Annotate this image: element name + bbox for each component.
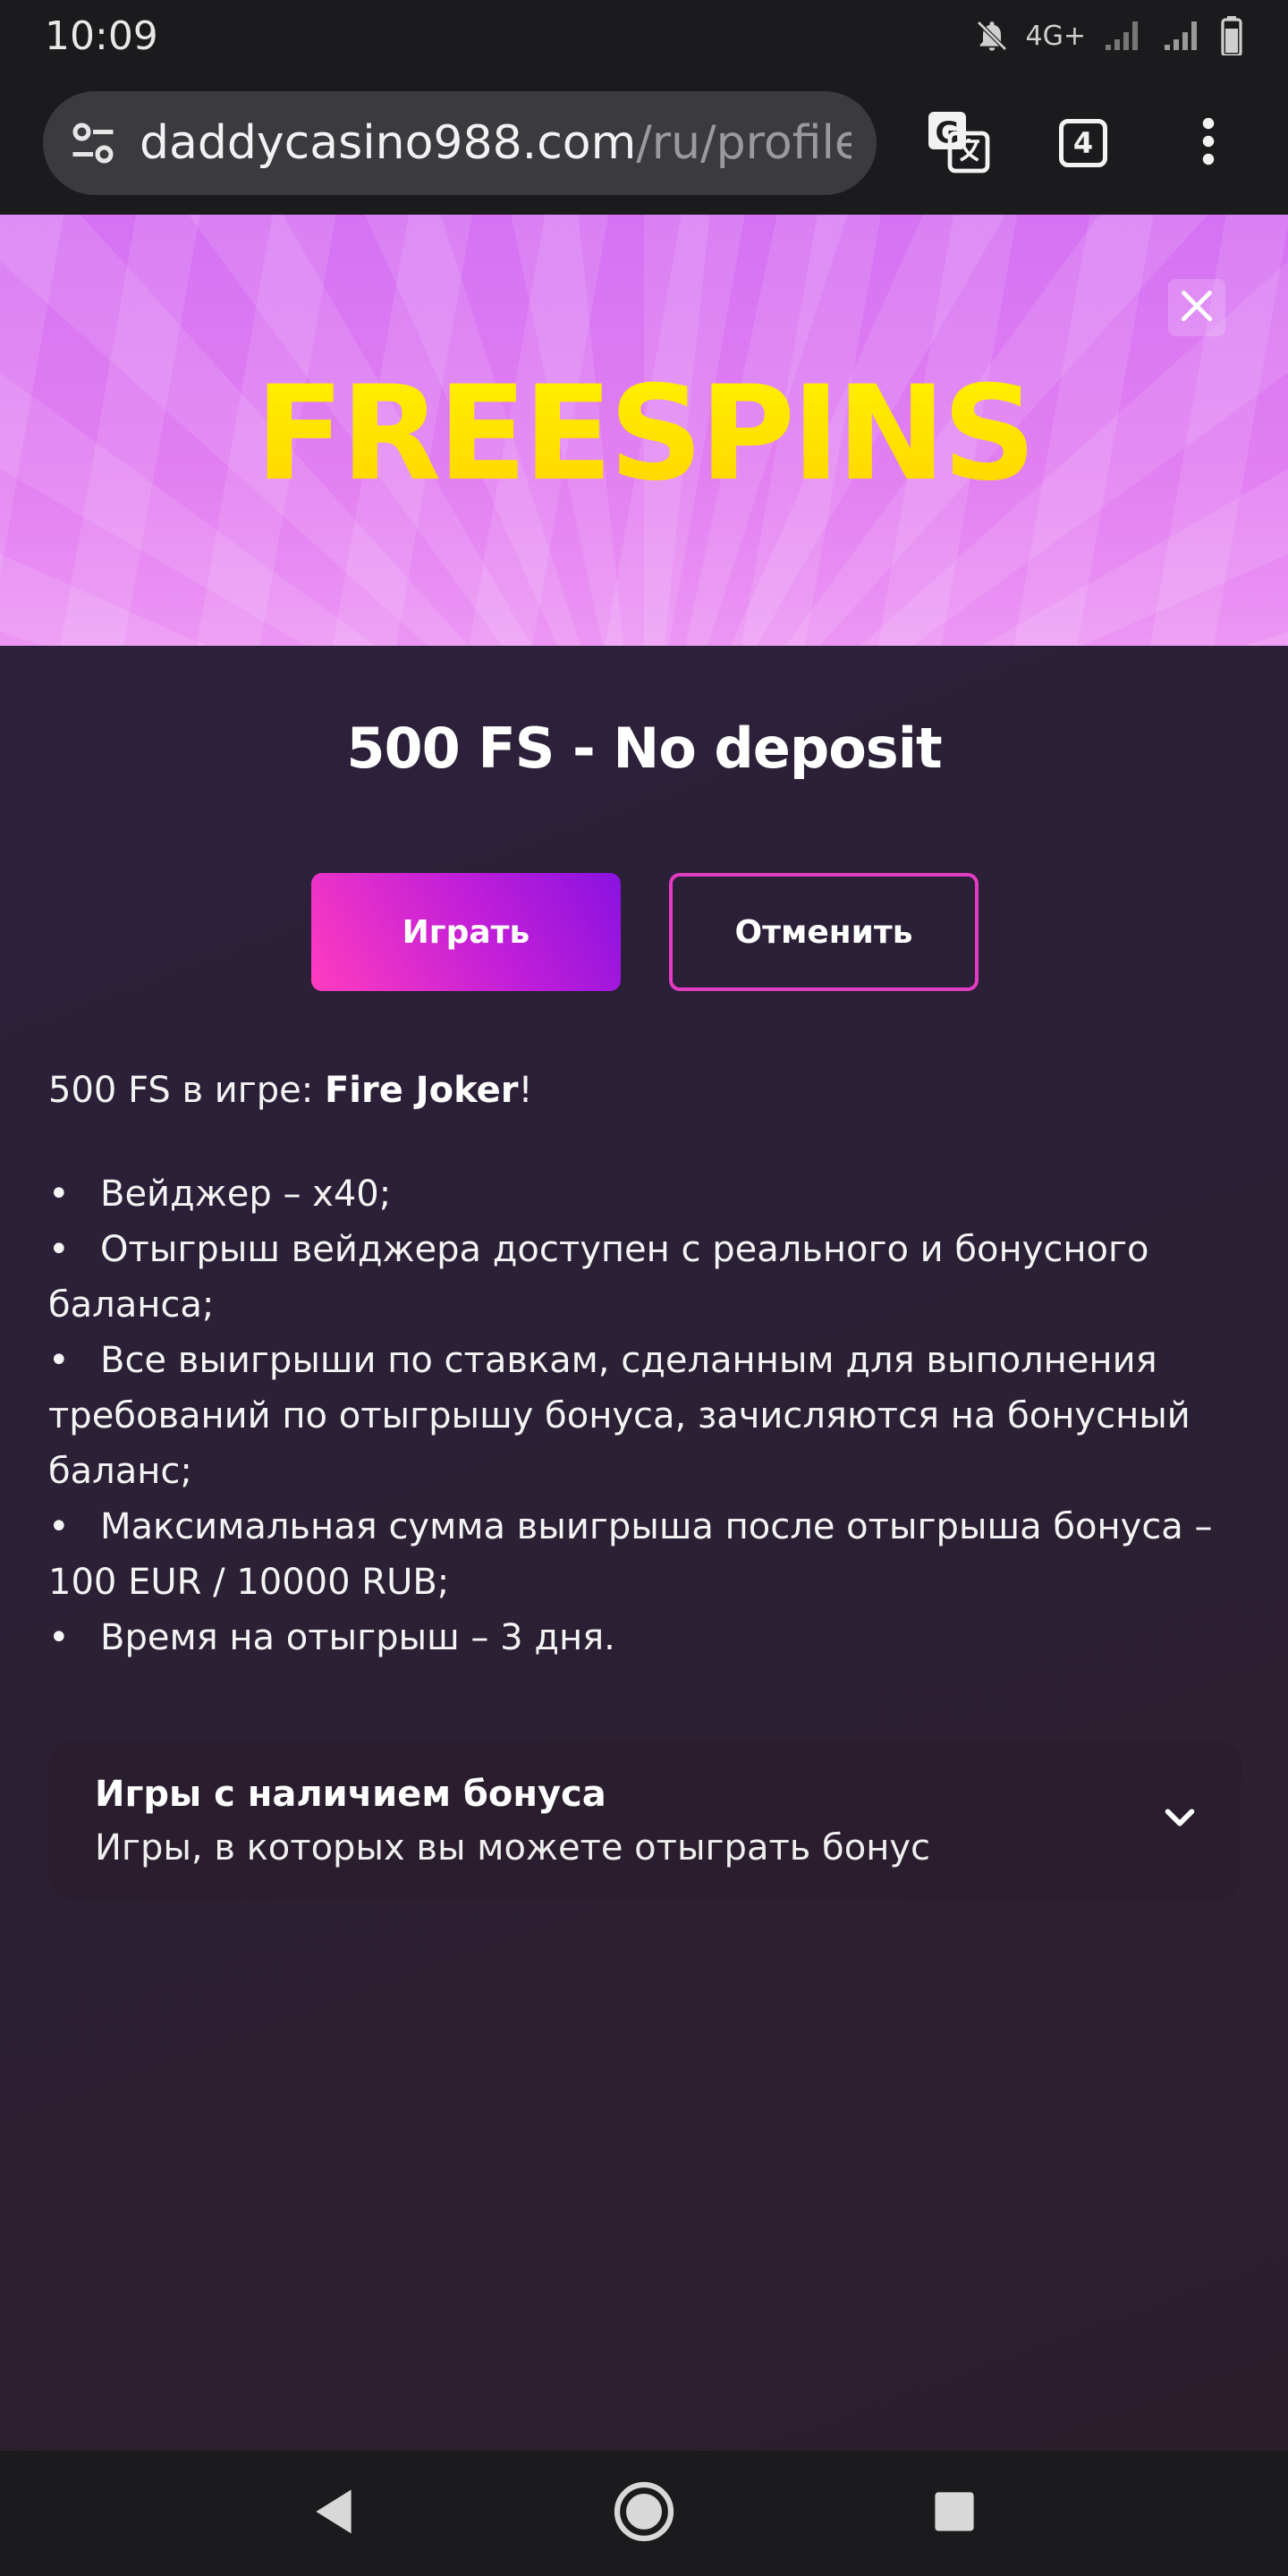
signal-icon	[1102, 18, 1145, 54]
intro-game: Fire Joker	[324, 1070, 519, 1111]
rule-item-cont: 100 EUR / 10000 RUB;	[48, 1555, 1247, 1610]
close-button[interactable]	[1168, 279, 1225, 336]
offer-intro: 500 FS в игре: Fire Joker!	[48, 1063, 1247, 1118]
network-type: 4G+	[1025, 20, 1086, 52]
translate-icon: G	[926, 109, 990, 177]
play-button[interactable]: Играть	[311, 873, 621, 991]
offer-title: 500 FS - No deposit	[346, 716, 942, 781]
intro-prefix: 500 FS в игре:	[48, 1070, 325, 1111]
accordion-title: Игры с наличием бонуса	[95, 1774, 606, 1815]
home-button[interactable]	[604, 2473, 684, 2554]
url-text: daddycasino988.com/ru/profile/lo	[140, 116, 852, 170]
url-path: /ru/profile/lo	[636, 116, 852, 170]
bullet: •	[48, 1617, 70, 1658]
browser-toolbar: daddycasino988.com/ru/profile/lo G 4	[0, 72, 1288, 215]
accordion-subtitle: Игры, в которых вы можете отыграть бонус	[95, 1827, 931, 1868]
address-bar[interactable]: daddycasino988.com/ru/profile/lo	[43, 91, 877, 195]
rule-text: Отыгрыш вейджера доступен с реального и …	[100, 1229, 1149, 1270]
rule-text: баланса;	[48, 1284, 215, 1326]
tabs-button[interactable]: 4	[1039, 98, 1127, 188]
rule-item-cont: требований по отыгрышу бонуса, зачисляют…	[48, 1388, 1247, 1444]
rule-text: Максимальная сумма выигрыша после отыгры…	[100, 1506, 1213, 1547]
rule-text: баланс;	[48, 1451, 192, 1492]
status-bar: 10:09 4G+	[0, 0, 1288, 72]
recents-icon	[933, 2490, 976, 2537]
signal-icon	[1161, 18, 1204, 54]
tab-count: 4	[1059, 119, 1108, 167]
system-nav-bar	[0, 2451, 1288, 2576]
status-time: 10:09	[45, 13, 158, 59]
rule-text: требований по отыгрышу бонуса, зачисляют…	[48, 1395, 1191, 1436]
rule-item-cont: баланса;	[48, 1277, 1247, 1333]
site-settings-icon[interactable]	[66, 116, 120, 170]
bonus-rules-list: • Вейджер – x40; • Отыгрыш вейджера доступ…	[48, 1166, 1247, 1665]
rule-item: • Максимальная сумма выигрыша после отыгр…	[48, 1499, 1247, 1555]
translate-button[interactable]: G	[914, 98, 1002, 188]
url-host: daddycasino988.com	[140, 116, 637, 170]
freespins-banner: FREESPINS	[0, 215, 1288, 646]
home-icon	[613, 2480, 675, 2546]
bullet: •	[48, 1229, 70, 1270]
rule-text: Время на отыгрыш – 3 дня.	[100, 1617, 615, 1658]
rule-item: • Вейджер – x40;	[48, 1166, 1247, 1222]
close-icon	[1177, 286, 1216, 329]
more-vert-icon	[1199, 114, 1217, 172]
status-icons: 4G+	[974, 16, 1243, 55]
back-icon	[311, 2487, 356, 2539]
rule-item-cont: баланс;	[48, 1444, 1247, 1499]
banner-title: FREESPINS	[0, 358, 1288, 510]
more-menu-button[interactable]	[1165, 98, 1252, 188]
rule-item: • Время на отыгрыш – 3 дня.	[48, 1610, 1247, 1665]
bullet: •	[48, 1506, 70, 1547]
cancel-button[interactable]: Отменить	[669, 873, 979, 991]
bullet: •	[48, 1340, 70, 1381]
rule-text: Вейджер – x40;	[100, 1174, 392, 1215]
rule-text: Все выигрыши по ставкам, сделанным для в…	[100, 1340, 1157, 1381]
rule-item: • Отыгрыш вейджера доступен с реального и…	[48, 1222, 1247, 1277]
battery-icon	[1220, 16, 1243, 55]
chevron-down-icon[interactable]	[1159, 1798, 1200, 1839]
rule-text: 100 EUR / 10000 RUB;	[48, 1562, 450, 1603]
bullet: •	[48, 1174, 70, 1215]
bell-off-icon	[974, 18, 1010, 54]
rule-item: • Все выигрыши по ставкам, сделанным для …	[48, 1333, 1247, 1388]
games-with-bonus-accordion[interactable]: Игры с наличием бонуса Игры, в которых в…	[48, 1741, 1241, 1900]
bonus-modal: FREESPINS 500 FS - No deposit Играть Отм…	[0, 215, 1288, 2451]
back-button[interactable]	[293, 2473, 374, 2554]
recents-button[interactable]	[914, 2473, 995, 2554]
intro-suffix: !	[518, 1070, 533, 1111]
